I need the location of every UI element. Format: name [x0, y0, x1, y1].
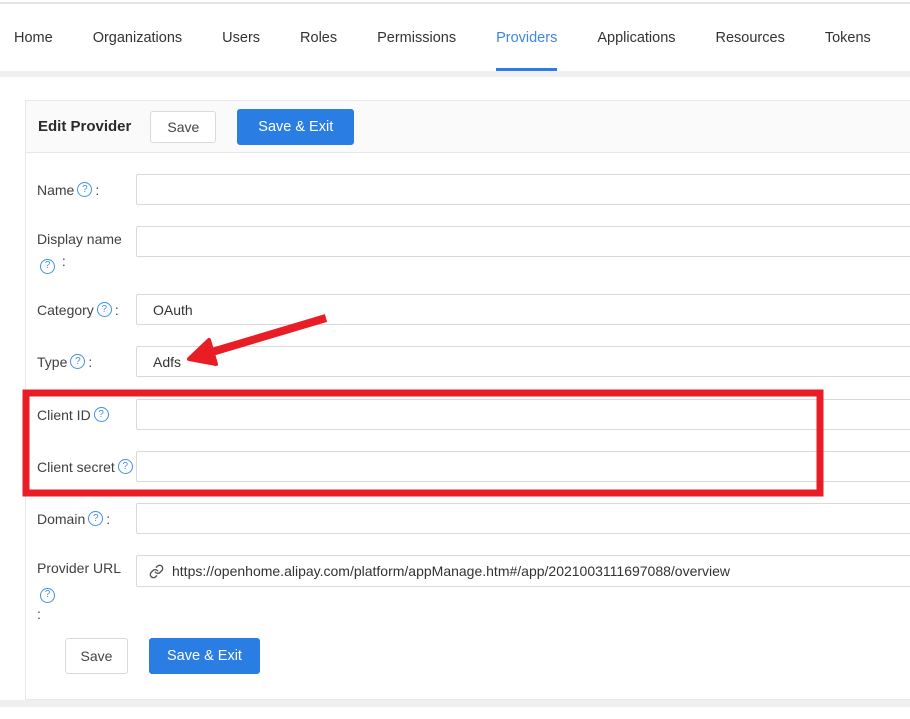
nav-item-home[interactable]: Home — [0, 4, 73, 71]
label-colon: : — [37, 606, 41, 622]
save-button-top[interactable]: Save — [150, 111, 216, 143]
page-title: Edit Provider — [38, 118, 131, 135]
help-icon[interactable] — [40, 588, 55, 603]
label-text: Type — [37, 351, 67, 373]
nav-item-label: Resources — [716, 30, 785, 46]
label-text: Client ID — [37, 404, 91, 426]
category-select[interactable]: OAuth — [136, 294, 910, 325]
provider-url-text: https://openhome.alipay.com/platform/app… — [172, 563, 730, 579]
label-text: Client secret — [37, 456, 115, 478]
bottom-strip — [0, 700, 910, 707]
save-exit-button-bottom[interactable]: Save & Exit — [149, 638, 260, 674]
nav-item-resources[interactable]: Resources — [696, 4, 805, 71]
nav-item-tokens[interactable]: Tokens — [805, 4, 891, 71]
category-value: OAuth — [153, 302, 193, 318]
nav-item-label: Tokens — [825, 30, 871, 46]
top-nav: Home Organizations Users Roles Permissio… — [0, 4, 910, 71]
client-id-input[interactable] — [136, 399, 910, 430]
nav-item-roles[interactable]: Roles — [280, 4, 357, 71]
type-label: Type : — [37, 346, 141, 377]
nav-item-records[interactable]: Records — [891, 4, 910, 71]
save-exit-button-top[interactable]: Save & Exit — [237, 109, 354, 145]
nav-item-label: Home — [14, 30, 53, 46]
save-button-bottom[interactable]: Save — [65, 638, 128, 674]
help-icon[interactable] — [77, 182, 92, 197]
label-colon: : — [106, 508, 110, 530]
nav-item-label: Users — [222, 30, 260, 46]
client-secret-label: Client secret — [37, 451, 141, 482]
nav-bottom-strip — [0, 71, 910, 77]
card-header: Edit Provider Save Save & Exit — [26, 101, 910, 153]
label-colon: : — [115, 299, 119, 321]
help-icon[interactable] — [88, 511, 103, 526]
nav-item-users[interactable]: Users — [202, 4, 280, 71]
client-id-label: Client ID — [37, 399, 141, 430]
help-icon[interactable] — [118, 459, 133, 474]
provider-url-input[interactable]: https://openhome.alipay.com/platform/app… — [136, 555, 910, 587]
help-icon[interactable] — [40, 259, 55, 274]
display-name-input[interactable] — [136, 226, 910, 257]
nav-item-organizations[interactable]: Organizations — [73, 4, 202, 71]
label-colon: : — [95, 179, 99, 201]
nav-item-label: Permissions — [377, 30, 456, 46]
label-text: Provider URL — [37, 560, 121, 576]
nav-item-label: Providers — [496, 30, 557, 46]
domain-label: Domain : — [37, 503, 141, 534]
label-text: Display name — [37, 231, 122, 247]
nav-item-label: Organizations — [93, 30, 182, 46]
display-name-label: Display name : — [37, 228, 141, 274]
label-text: Category — [37, 299, 94, 321]
type-value: Adfs — [153, 354, 181, 370]
nav-item-applications[interactable]: Applications — [577, 4, 695, 71]
type-select[interactable]: Adfs — [136, 346, 910, 377]
label-colon: : — [62, 253, 66, 269]
nav-item-providers[interactable]: Providers — [476, 4, 577, 71]
help-icon[interactable] — [70, 354, 85, 369]
link-icon — [149, 564, 164, 579]
provider-url-label: Provider URL : — [37, 557, 141, 625]
help-icon[interactable] — [94, 407, 109, 422]
label-text: Domain — [37, 508, 85, 530]
name-label: Name : — [37, 174, 141, 205]
page: { "colors": { "accent_blue": "#2a7de3", … — [0, 0, 910, 719]
name-input[interactable] — [136, 174, 910, 205]
domain-input[interactable] — [136, 503, 910, 534]
category-label: Category : — [37, 294, 141, 325]
nav-item-label: Roles — [300, 30, 337, 46]
label-text: Name — [37, 179, 74, 201]
label-colon: : — [88, 351, 92, 373]
client-secret-input[interactable] — [136, 451, 910, 482]
edit-provider-card: Edit Provider Save Save & Exit Name : Di… — [25, 100, 910, 700]
help-icon[interactable] — [97, 302, 112, 317]
nav-item-permissions[interactable]: Permissions — [357, 4, 476, 71]
nav-item-label: Applications — [597, 30, 675, 46]
